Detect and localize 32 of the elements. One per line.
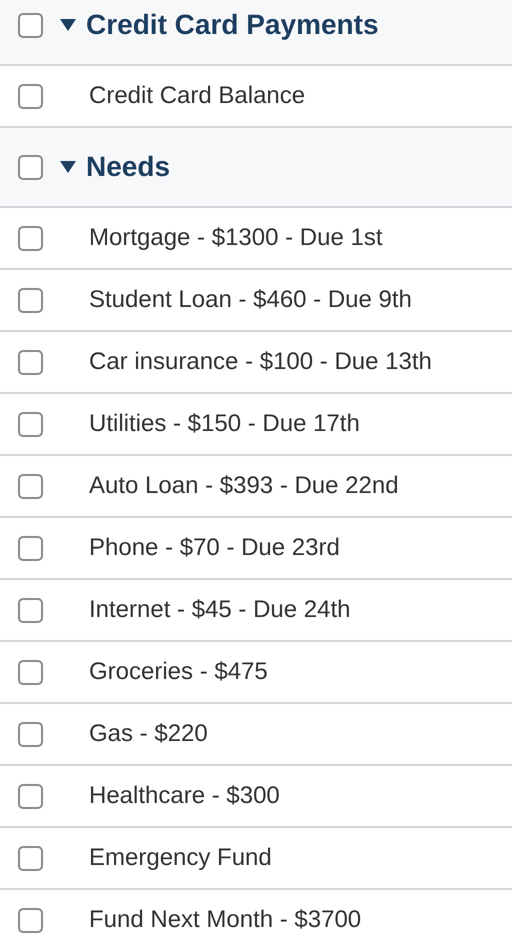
item-label: Groceries - $475 — [89, 657, 268, 687]
item-label: Internet - $45 - Due 24th — [89, 595, 350, 625]
checkbox[interactable] — [18, 288, 43, 312]
item-label: Healthcare - $300 — [89, 781, 280, 811]
item-label: Gas - $220 — [89, 719, 208, 749]
item-label: Auto Loan - $393 - Due 22nd — [89, 471, 399, 501]
checkbox[interactable] — [18, 350, 43, 374]
group-title: Needs — [86, 150, 170, 184]
checkbox[interactable] — [18, 226, 43, 250]
checkbox[interactable] — [18, 598, 43, 622]
checkbox[interactable] — [18, 12, 43, 38]
item-label: Fund Next Month - $3700 — [89, 905, 362, 935]
item-label: Student Loan - $460 - Due 9th — [89, 285, 412, 315]
item-label: Car insurance - $100 - Due 13th — [89, 347, 432, 377]
group-title: Credit Card Payments — [86, 8, 379, 42]
checkbox[interactable] — [18, 722, 43, 746]
checkbox[interactable] — [18, 846, 43, 870]
checkbox[interactable] — [18, 154, 43, 180]
checkbox[interactable] — [18, 536, 43, 560]
item-label: Credit Card Balance — [89, 81, 306, 111]
item-label: Phone - $70 - Due 23rd — [89, 533, 340, 563]
checkbox[interactable] — [18, 474, 43, 498]
checkbox[interactable] — [18, 784, 43, 808]
item-label: Utilities - $150 - Due 17th — [89, 409, 360, 439]
checkbox[interactable] — [18, 84, 43, 108]
checkbox[interactable] — [18, 660, 43, 684]
checkbox[interactable] — [18, 908, 43, 932]
item-label: Emergency Fund — [89, 843, 272, 873]
item-label: Mortgage - $1300 - Due 1st — [89, 223, 382, 253]
caret-down-icon[interactable] — [60, 19, 76, 31]
checkbox[interactable] — [18, 412, 43, 436]
caret-down-icon[interactable] — [60, 161, 76, 173]
